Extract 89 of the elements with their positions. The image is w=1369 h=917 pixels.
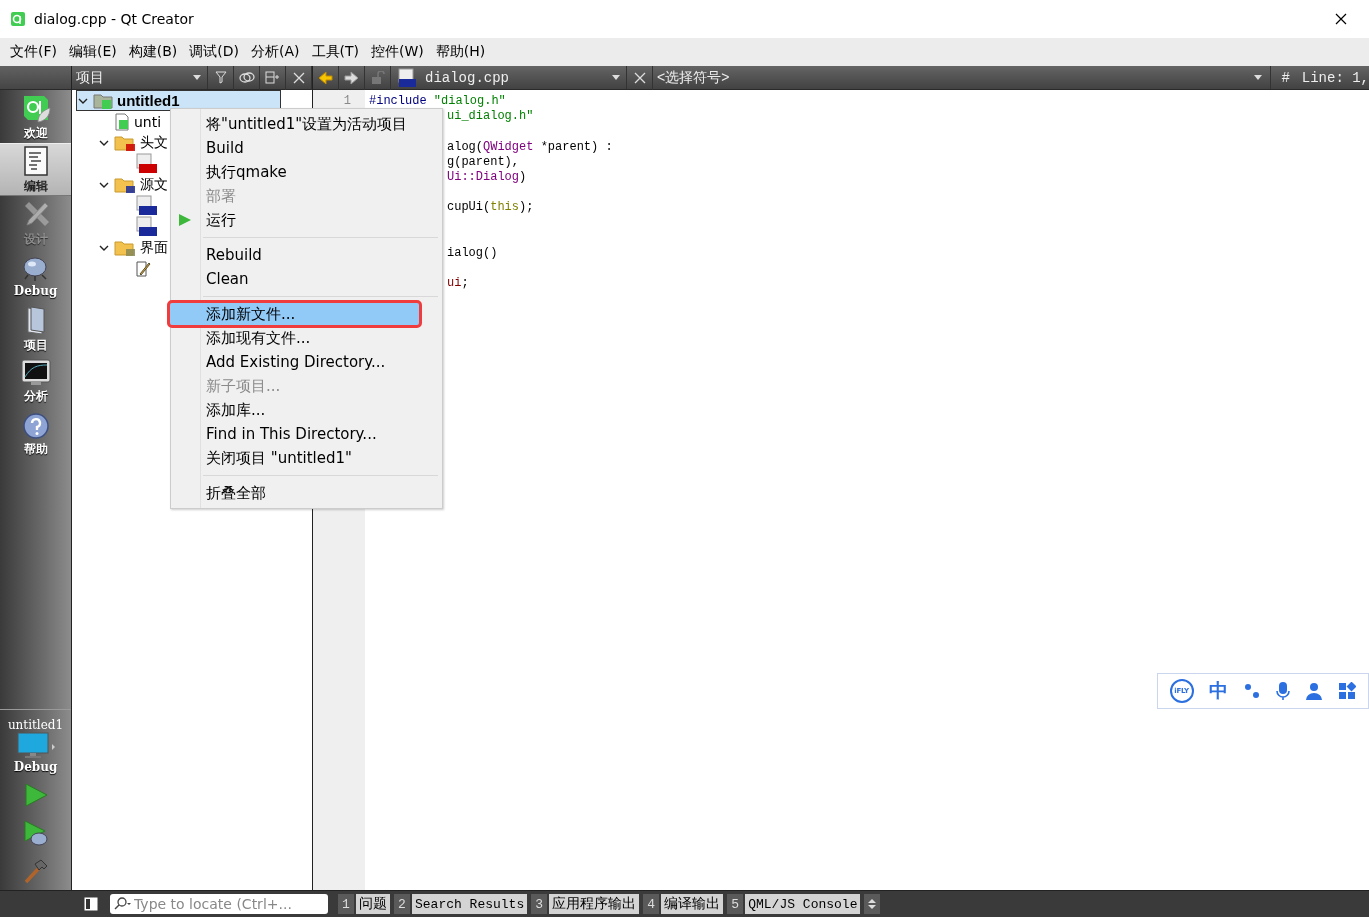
project-folder-icon xyxy=(93,91,113,110)
menu-item[interactable]: 添加库... xyxy=(171,398,438,422)
run-icon xyxy=(178,213,192,227)
filter-icon xyxy=(214,71,227,84)
menu-item[interactable]: 构建(B) xyxy=(122,41,184,63)
folder-icon xyxy=(114,175,136,194)
project-name: untitled1 xyxy=(7,718,64,732)
mode-button[interactable]: Debug xyxy=(0,249,71,302)
search-icon xyxy=(114,897,132,911)
lock-icon xyxy=(370,70,385,85)
tree-item[interactable]: 头文 xyxy=(97,132,169,153)
symbol-selector[interactable]: <选择符号> xyxy=(653,66,1272,89)
menu-item[interactable]: 添加新文件... xyxy=(169,302,420,326)
qt-file-icon xyxy=(114,112,130,131)
up-down-icon xyxy=(868,898,877,910)
monitor-graph-icon xyxy=(20,358,51,387)
close-icon xyxy=(1335,13,1347,25)
cpp-file-icon xyxy=(135,194,157,217)
tree-item[interactable]: untitled1 xyxy=(76,90,281,111)
input-mode-button[interactable]: 中 xyxy=(1208,678,1228,704)
locator-field[interactable]: Type to locate (Ctrl+... xyxy=(110,894,328,914)
menu-item[interactable]: 运行 xyxy=(171,208,438,232)
menu-item[interactable]: 关闭项目 "untitled1" xyxy=(171,446,438,470)
run-bug-icon xyxy=(21,819,50,847)
menu-item[interactable]: Clean xyxy=(171,267,438,291)
menu-item[interactable]: 分析(A) xyxy=(245,41,306,63)
dropdown-arrow-icon xyxy=(612,75,620,80)
help-icon xyxy=(21,411,50,440)
code-line: ialog() xyxy=(447,245,498,260)
hash-label: # xyxy=(1280,69,1290,86)
back-icon xyxy=(318,70,333,85)
qt-logo-icon xyxy=(10,11,26,27)
folder-icon xyxy=(114,133,136,152)
menu-item[interactable]: 帮助(H) xyxy=(429,41,492,63)
document-icon xyxy=(21,144,50,177)
mode-button[interactable]: 帮助 xyxy=(0,408,71,461)
microphone-icon[interactable] xyxy=(1276,681,1291,701)
menu-item[interactable]: Add Existing Directory... xyxy=(171,350,438,374)
code-line: cupUi(this); xyxy=(447,200,534,215)
window-title: dialog.cpp - Qt Creator xyxy=(34,11,195,27)
mode-button[interactable]: 项目 xyxy=(0,302,71,355)
menu-item[interactable]: 执行qmake xyxy=(171,160,438,184)
forward-icon xyxy=(344,70,359,85)
menu-item[interactable]: 添加现有文件... xyxy=(171,326,438,350)
cursor-position: Line: 1, xyxy=(1300,69,1369,86)
code-line: #include "dialog.h" xyxy=(369,94,506,108)
punctuation-icon[interactable] xyxy=(1242,682,1261,700)
tree-item[interactable]: unti xyxy=(97,111,163,132)
dropdown-arrow-icon xyxy=(193,75,201,80)
code-line: ui_dialog.h" xyxy=(447,109,534,124)
link-icon xyxy=(238,71,255,84)
dropdown-arrow-icon xyxy=(1254,75,1263,80)
mode-button[interactable]: 欢迎 xyxy=(0,90,71,143)
tree-item[interactable]: 源文 xyxy=(97,174,169,195)
split-icon xyxy=(265,71,280,84)
close-icon xyxy=(292,71,305,84)
mode-button[interactable]: 分析 xyxy=(0,355,71,408)
menu-item[interactable]: 文件(F) xyxy=(4,41,63,63)
cpp-file-icon xyxy=(135,215,157,238)
menu-item[interactable]: Find in This Directory... xyxy=(171,422,438,446)
apps-grid-icon[interactable] xyxy=(1338,682,1357,700)
scroll-panes-button[interactable] xyxy=(864,894,881,914)
line-number: 1 xyxy=(342,94,351,110)
hammer-icon xyxy=(22,858,49,884)
code-line: alog(QWidget *parent) : xyxy=(447,139,613,154)
folder-icon xyxy=(114,238,136,257)
menu-item[interactable]: Build xyxy=(171,136,438,160)
run-icon xyxy=(22,782,49,808)
code-line: ui; xyxy=(447,276,469,291)
menu-item[interactable]: 将"untitled1"设置为活动项目 xyxy=(171,112,438,136)
menu-item[interactable]: Rebuild xyxy=(171,243,438,267)
build-config: Debug xyxy=(13,760,58,774)
code-line: Ui::Dialog) xyxy=(447,169,527,184)
close-icon xyxy=(633,71,646,84)
menu-item[interactable]: 控件(W) xyxy=(365,41,430,63)
form-file-icon xyxy=(135,259,151,278)
sidebar-toggle-icon xyxy=(84,897,98,911)
code-line: g(parent), xyxy=(447,154,519,169)
header-file-icon xyxy=(135,152,157,175)
cpp-file-icon xyxy=(397,67,417,88)
menu-item[interactable]: 编辑(E) xyxy=(63,41,123,63)
target-selector[interactable]: untitled1 Debug xyxy=(0,716,71,776)
tree-item[interactable]: 界面 xyxy=(97,237,169,258)
mode-button[interactable]: 编辑 xyxy=(0,143,71,196)
menu-item[interactable]: 调试(D) xyxy=(183,41,245,63)
menu-item[interactable]: 折叠全部 xyxy=(171,481,438,505)
file-selector[interactable]: dialog.cpp xyxy=(391,66,627,89)
user-icon[interactable] xyxy=(1305,682,1324,700)
menu-item[interactable]: 工具(T) xyxy=(305,41,365,63)
